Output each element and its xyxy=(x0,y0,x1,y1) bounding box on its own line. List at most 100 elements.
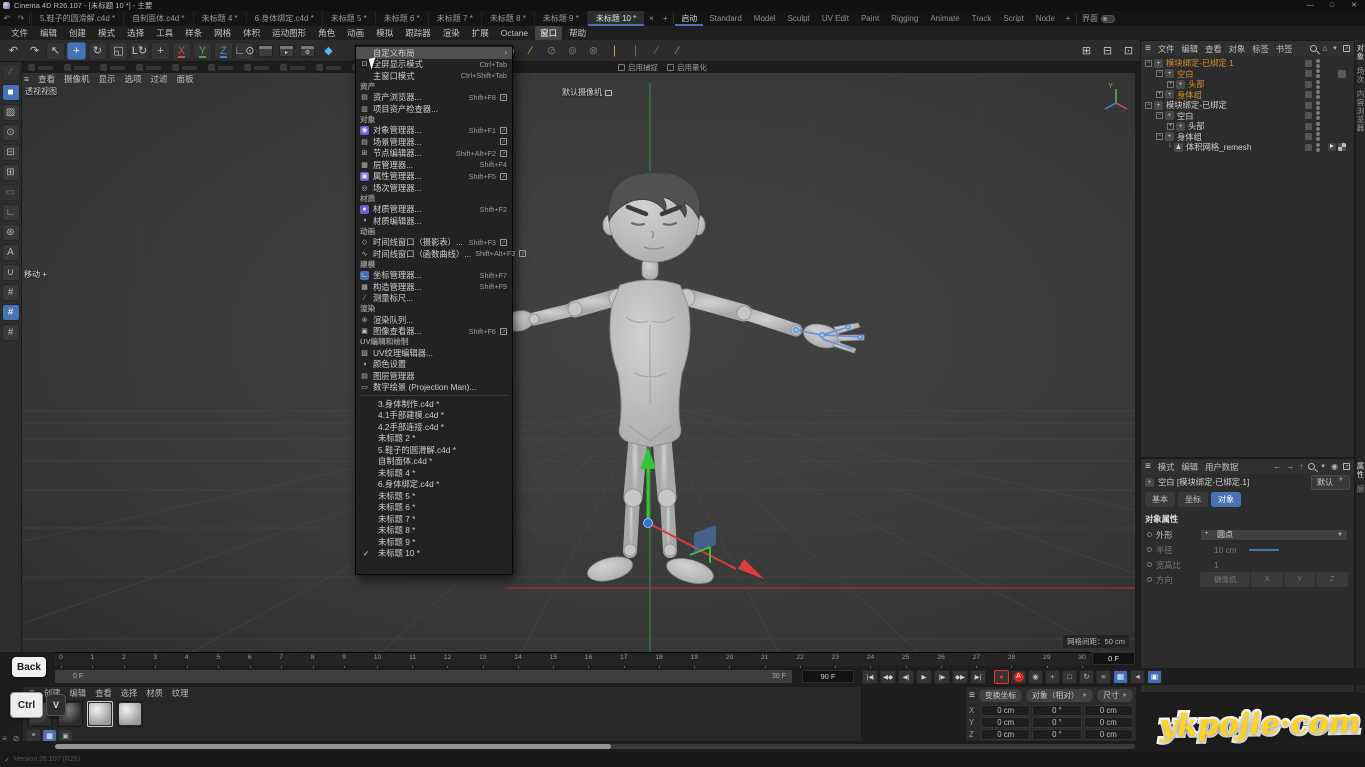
menu-item[interactable]: ⊞节点编辑器...Shift+Alt+F2↗ xyxy=(356,148,512,160)
menu-item-运动图形[interactable]: 运动图形 xyxy=(267,26,311,40)
current-frame-field[interactable]: 0 F xyxy=(1092,652,1135,665)
preset-dropdown[interactable]: 默认 ▼ xyxy=(1311,475,1350,490)
segment-Y[interactable]: Y xyxy=(1284,572,1316,587)
measure-line-icon[interactable]: ∕ xyxy=(647,42,666,60)
viewport-menu-选项[interactable]: 选项 xyxy=(125,73,142,85)
viewport[interactable]: ≡ 查看摄像机显示选项过滤面板 透视视图 默认摄像机 移动 + Y 网格间距：5… xyxy=(22,73,1135,652)
panel-menu-icon[interactable]: ≡ xyxy=(1145,461,1151,472)
document-tab[interactable]: 未标题 4 * xyxy=(193,11,246,26)
undo-icon[interactable]: ↶ xyxy=(4,42,23,60)
document-tab[interactable]: 未标题 9 * xyxy=(534,11,587,26)
guide-pen-b-icon[interactable]: ❘ xyxy=(626,42,645,60)
layout-tab[interactable]: UV Edit xyxy=(816,11,855,26)
lock-y-axis-icon[interactable]: Y xyxy=(193,42,212,60)
last-tool-icon[interactable]: + xyxy=(151,42,170,60)
position-field[interactable]: 0 cm xyxy=(981,705,1030,716)
scrollbar-thumb[interactable] xyxy=(55,744,611,749)
record-rotation-button[interactable]: ↻ xyxy=(1079,670,1094,684)
menu-item[interactable]: ▣属性管理器...Shift+F5↗ xyxy=(356,171,512,183)
viewport-menu-icon[interactable]: ≡ xyxy=(24,74,29,84)
object-tree-row[interactable]: └♟体积网格_remesh xyxy=(1141,142,1354,153)
menu-item[interactable]: ▨UV纹理编辑器... xyxy=(356,347,512,359)
panel-menu-icon[interactable]: ≡ xyxy=(969,690,975,701)
expand-toggle-icon[interactable]: + xyxy=(1156,91,1163,98)
snap-checkbox-icon[interactable] xyxy=(618,64,625,71)
menu-item-跟踪器[interactable]: 跟踪器 xyxy=(400,26,436,40)
coordinate-system-icon[interactable]: L↻ xyxy=(130,42,149,60)
redo-icon[interactable]: ↷ xyxy=(14,11,28,26)
attribute-tab-坐标[interactable]: 坐标 xyxy=(1178,492,1208,507)
visibility-dots-icon[interactable] xyxy=(1316,111,1320,120)
menu-item-渲染[interactable]: 渲染 xyxy=(438,26,465,40)
close-button[interactable]: ✕ xyxy=(1343,0,1365,11)
menu-item-Octane[interactable]: Octane xyxy=(496,27,533,39)
layout-tab[interactable]: Standard xyxy=(703,11,747,26)
filter-icon[interactable]: ▼ xyxy=(1320,464,1326,470)
mat-menu-查看[interactable]: 查看 xyxy=(95,687,112,699)
quantize-checkbox-icon[interactable] xyxy=(667,64,674,71)
menu-item-扩展[interactable]: 扩展 xyxy=(467,26,494,40)
om-menu-书签[interactable]: 书签 xyxy=(1276,43,1293,55)
chain-b-icon[interactable]: ⊚ xyxy=(563,42,582,60)
knife-tool-icon[interactable]: ∕ xyxy=(668,42,687,60)
size-field[interactable]: 0 cm xyxy=(1084,705,1133,716)
property-dropdown[interactable]: +圆点▼ xyxy=(1200,529,1348,541)
expand-toggle-icon[interactable]: − xyxy=(1145,60,1152,67)
scale-tool-icon[interactable]: ◱ xyxy=(109,42,128,60)
lock-x-axis-icon[interactable]: X xyxy=(172,42,191,60)
enable-toggle-icon[interactable] xyxy=(1305,70,1312,77)
om-menu-对象[interactable]: 对象 xyxy=(1229,43,1246,55)
menu-document-item[interactable]: 4.1手部建模.c4d * xyxy=(356,410,512,422)
enable-toggle-icon[interactable] xyxy=(1305,112,1312,119)
pla-button[interactable]: ▦ xyxy=(1113,670,1128,684)
menu-item[interactable]: ◑材质编辑器... xyxy=(356,215,512,227)
viewport-menu-显示[interactable]: 显示 xyxy=(99,73,116,85)
position-field[interactable]: 0 cm xyxy=(981,717,1030,728)
menu-item[interactable]: ▭数字绘景 (Projection Man)... xyxy=(356,382,512,394)
menu-document-item[interactable]: 5.鞋子的圆滑解.c4d * xyxy=(356,444,512,456)
side-tab-层[interactable]: 层 xyxy=(1355,485,1365,494)
back-icon[interactable]: ← xyxy=(1273,462,1281,471)
mat-menu-纹理[interactable]: 纹理 xyxy=(172,687,189,699)
object-tree-row[interactable]: −+模块绑定-已绑定 1 xyxy=(1141,58,1354,69)
sound-button[interactable]: ◄ xyxy=(1130,670,1145,684)
timeline-range-slider[interactable]: 0 F 30 F xyxy=(55,670,792,683)
enable-snap-toggle[interactable]: 启用捕捉 xyxy=(618,62,658,73)
render-picture-viewer-icon[interactable]: ▸ xyxy=(277,42,296,60)
expand-toggle-icon[interactable]: − xyxy=(1156,70,1163,77)
am-menu-模式[interactable]: 模式 xyxy=(1158,461,1175,473)
viewport-layout-3-icon[interactable]: ⊡ xyxy=(1119,42,1138,60)
layout-tab[interactable]: Track xyxy=(966,11,998,26)
visibility-dots-icon[interactable] xyxy=(1316,143,1320,152)
minimize-button[interactable]: — xyxy=(1299,0,1321,11)
rotate-tool-icon[interactable]: ↻ xyxy=(88,42,107,60)
material-thumbnail[interactable] xyxy=(87,701,113,727)
list-view-icon[interactable]: ≡ xyxy=(27,730,40,741)
document-tab[interactable]: 未标题 8 * xyxy=(481,11,534,26)
attribute-tab-对象[interactable]: 对象 xyxy=(1211,492,1241,507)
mat-menu-选择[interactable]: 选择 xyxy=(121,687,138,699)
menu-item[interactable]: ⊛渲染队列... xyxy=(356,314,512,326)
side-tab-对象[interactable]: 对象 xyxy=(1355,44,1365,61)
am-menu-用户数据[interactable]: 用户数据 xyxy=(1205,461,1238,473)
om-menu-文件[interactable]: 文件 xyxy=(1158,43,1175,55)
menu-document-item[interactable]: 未标题 4 * xyxy=(356,467,512,479)
record-parameter-button[interactable]: ≡ xyxy=(1096,670,1111,684)
menu-item-动画[interactable]: 动画 xyxy=(342,26,369,40)
menu-item[interactable]: ◉对象管理器...Shift+F1↗ xyxy=(356,125,512,137)
tag-tag-icon[interactable] xyxy=(1338,70,1346,78)
coordinate-mode-dropdown[interactable]: 对象（相对）▼ xyxy=(1026,689,1093,702)
viewport-menu-过滤[interactable]: 过滤 xyxy=(151,73,168,85)
workplane-icon[interactable]: ∟⊙ xyxy=(235,42,254,60)
snap-off-icon[interactable]: # xyxy=(2,284,20,301)
move-tool-icon[interactable]: + xyxy=(67,42,86,60)
menu-item-选择[interactable]: 选择 xyxy=(122,26,149,40)
rotation-field[interactable]: 0 ° xyxy=(1032,717,1081,728)
attribute-tab-基本[interactable]: 基本 xyxy=(1145,492,1175,507)
quantize-snap-icon[interactable]: # xyxy=(2,324,20,341)
end-frame-field[interactable]: 90 F xyxy=(802,670,854,683)
render-view-icon[interactable] xyxy=(256,42,275,60)
filter-icon[interactable]: ▼ xyxy=(1332,46,1338,52)
play-button[interactable]: ▶ xyxy=(916,670,932,684)
menu-document-item[interactable]: 未标题 2 * xyxy=(356,433,512,445)
